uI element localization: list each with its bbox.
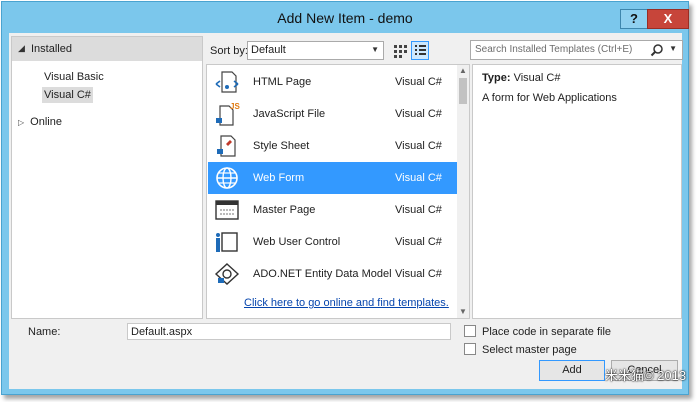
help-button[interactable]: ? [620,9,648,29]
template-name: HTML Page [253,76,312,88]
list-view-icon [415,45,426,55]
template-language: Visual C# [395,268,442,280]
template-description: A form for Web Applications [482,92,617,104]
template-name: Style Sheet [253,140,310,152]
checkbox-unchecked-icon[interactable] [464,343,476,355]
template-row-entity-data-model[interactable]: ADO.NET Entity Data Model Visual C# [208,258,457,290]
close-button[interactable]: X [647,9,689,29]
template-name: ADO.NET Entity Data Model [253,268,392,280]
javascript-file-icon: JS [216,102,240,126]
search-options-chevron-icon[interactable]: ▼ [669,44,677,53]
template-row-web-form[interactable]: Web Form Visual C# [208,162,457,194]
place-code-separate-checkbox[interactable]: Place code in separate file [464,325,611,338]
online-label: Online [30,116,62,128]
template-name: JavaScript File [253,108,326,120]
chevron-down-icon: ▼ [371,45,379,54]
template-list-scrollbar[interactable]: ▲ ▼ [457,65,469,318]
tree-node-installed[interactable]: ◢ Installed [12,37,202,61]
html-page-icon [215,71,239,93]
style-sheet-icon [217,135,236,157]
template-row-html-page[interactable]: HTML Page Visual C# [208,66,457,98]
svg-text:JS: JS [230,102,240,111]
type-line: Type: Visual C# [482,72,560,84]
scroll-down-arrow-icon[interactable]: ▼ [459,307,467,316]
template-language: Visual C# [395,236,442,248]
list-view-button[interactable] [411,41,429,60]
online-templates-link[interactable]: Click here to go online and find templat… [244,297,449,309]
entity-data-model-icon [214,263,240,285]
grid-view-button[interactable] [391,41,409,60]
template-language: Visual C# [395,204,442,216]
web-user-control-icon [216,232,238,252]
sort-by-dropdown[interactable]: Default ▼ [247,41,384,60]
template-language: Visual C# [395,76,442,88]
template-row-javascript-file[interactable]: JS JavaScript File Visual C# [208,98,457,130]
template-name: Web Form [253,172,305,184]
installed-label: Installed [31,43,72,55]
type-value: Visual C# [513,72,561,84]
close-icon: X [663,11,673,26]
expanded-triangle-icon[interactable]: ◢ [18,43,25,54]
template-details-panel: Type: Visual C# A form for Web Applicati… [472,64,682,319]
template-row-master-page[interactable]: Master Page Visual C# [208,194,457,226]
template-list: HTML Page Visual C# JS JavaScript File V… [206,64,470,319]
web-form-icon [216,167,238,189]
dialog-body: ◢ Installed Visual Basic Visual C# ▷ Onli… [9,33,683,389]
template-name: Master Page [253,204,316,216]
name-field[interactable]: Default.aspx [127,323,451,340]
add-new-item-dialog: Add New Item - demo ? X ◢ Installed Visu… [1,1,689,395]
search-placeholder: Search Installed Templates (Ctrl+E) [475,44,633,55]
template-language: Visual C# [395,108,442,120]
tree-item-visual-csharp[interactable]: Visual C# [42,87,93,103]
place-code-label: Place code in separate file [482,326,612,338]
sort-by-value: Default [251,44,286,56]
name-field-value: Default.aspx [131,326,193,338]
master-page-icon [215,200,239,220]
add-button[interactable]: Add [539,360,605,381]
search-icon[interactable] [650,43,664,57]
template-language: Visual C# [395,172,442,184]
title-bar[interactable]: Add New Item - demo ? X [2,2,689,32]
type-label: Type: [482,72,511,84]
dialog-title: Add New Item - demo [277,10,413,26]
template-row-web-user-control[interactable]: Web User Control Visual C# [208,226,457,258]
name-label: Name: [28,326,61,338]
sort-by-label: Sort by: [210,45,248,57]
tree-node-online[interactable]: ▷ Online [18,116,62,128]
scrollbar-thumb[interactable] [459,78,467,104]
checkbox-unchecked-icon[interactable] [464,325,476,337]
template-row-style-sheet[interactable]: Style Sheet Visual C# [208,130,457,162]
select-master-page-checkbox[interactable]: Select master page [464,343,577,356]
watermark-text: 米米猫© 2013 [605,368,687,383]
scroll-up-arrow-icon[interactable]: ▲ [459,66,467,75]
template-name: Web User Control [253,236,341,248]
tree-item-visual-basic[interactable]: Visual Basic [42,69,106,85]
help-label: ? [630,11,638,26]
grid-view-icon [394,45,407,58]
collapsed-triangle-icon[interactable]: ▷ [18,118,24,127]
search-input[interactable]: Search Installed Templates (Ctrl+E) ▼ [470,40,683,60]
select-master-label: Select master page [482,344,577,356]
template-language: Visual C# [395,140,442,152]
category-tree: ◢ Installed Visual Basic Visual C# ▷ Onli… [11,36,203,319]
